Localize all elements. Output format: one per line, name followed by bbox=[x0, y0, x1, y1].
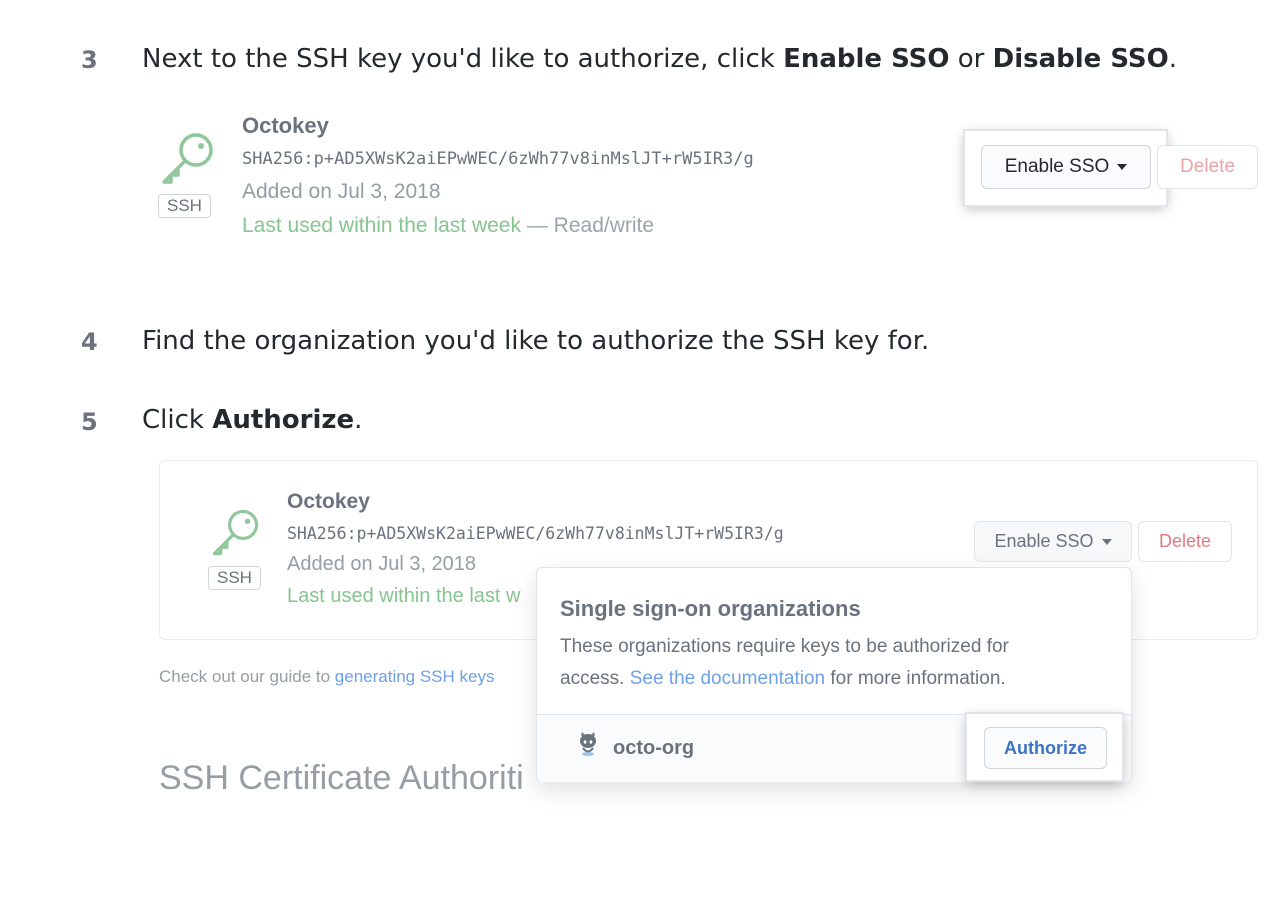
sso-description-line-2: access. See the documentation for more i… bbox=[560, 663, 1009, 695]
sso-description-line-1: These organizations require keys to be a… bbox=[560, 636, 1009, 657]
step-5-text: Click Authorize. bbox=[142, 405, 362, 435]
key-icon bbox=[212, 509, 259, 556]
sso-dropdown-description: These organizations require keys to be a… bbox=[560, 631, 1009, 695]
ssh-type-label: SSH bbox=[158, 194, 211, 218]
key-last-used: Last used within the last w bbox=[287, 585, 520, 608]
key-last-used-text: Last used within the last w bbox=[287, 585, 521, 607]
delete-label: Delete bbox=[1180, 156, 1235, 177]
step-5-authorize-label: Authorize bbox=[212, 405, 355, 435]
enable-sso-button[interactable]: Enable SSO bbox=[974, 521, 1132, 562]
ssh-type-label: SSH bbox=[208, 566, 261, 590]
sso-dropdown-title: Single sign-on organizations bbox=[560, 596, 861, 621]
delete-button[interactable]: Delete bbox=[1157, 145, 1258, 189]
key-access-level: — Read/write bbox=[521, 214, 655, 237]
step-4-text: Find the organization you'd like to auth… bbox=[142, 326, 930, 356]
authorize-button[interactable]: Authorize bbox=[984, 727, 1107, 769]
enable-sso-label: Enable SSO bbox=[1004, 156, 1110, 177]
delete-button[interactable]: Delete bbox=[1138, 521, 1232, 562]
caret-down-icon bbox=[1101, 538, 1112, 545]
key-last-used: Last used within the last week — Read/wr… bbox=[242, 214, 654, 238]
guide-text: Check out our guide to generating SSH ke… bbox=[159, 667, 494, 687]
key-last-used-text: Last used within the last week bbox=[242, 214, 521, 237]
step-3-text: Next to the SSH key you'd like to author… bbox=[142, 44, 1177, 74]
sso-description-post: for more information. bbox=[825, 668, 1006, 689]
key-fingerprint: SHA256:p+AD5XWsK2aiEPwWEC/6zWh77v8inMslJ… bbox=[242, 149, 754, 169]
step-5-text-pre: Click bbox=[142, 405, 213, 435]
enable-sso-label: Enable SSO bbox=[994, 531, 1094, 551]
key-title: Octokey bbox=[242, 113, 329, 138]
org-name: octo-org bbox=[613, 737, 695, 759]
key-icon bbox=[162, 133, 213, 184]
step-3-text-pre: Next to the SSH key you'd like to author… bbox=[142, 44, 784, 74]
step-number-3: 3 bbox=[81, 46, 98, 74]
documentation-link[interactable]: See the documentation bbox=[630, 668, 825, 689]
step-3-enable-sso-label: Enable SSO bbox=[783, 44, 950, 74]
caret-down-icon bbox=[1117, 164, 1128, 170]
step-3-text-mid: or bbox=[949, 44, 993, 74]
step-3-text-post: . bbox=[1168, 44, 1177, 74]
step-number-5: 5 bbox=[81, 408, 98, 436]
key-fingerprint: SHA256:p+AD5XWsK2aiEPwWEC/6zWh77v8inMslJ… bbox=[287, 524, 784, 543]
sso-description-pre: access. bbox=[560, 668, 630, 689]
ssh-certificate-authorities-heading: SSH Certificate Authoriti bbox=[159, 759, 524, 797]
key-added-date: Added on Jul 3, 2018 bbox=[287, 553, 477, 575]
generating-ssh-keys-link[interactable]: generating SSH keys bbox=[335, 667, 495, 686]
step-3-disable-sso-label: Disable SSO bbox=[992, 44, 1169, 74]
key-title: Octokey bbox=[287, 490, 370, 513]
octocat-icon bbox=[580, 732, 596, 756]
step-5-text-post: . bbox=[354, 405, 363, 435]
key-added-date: Added on Jul 3, 2018 bbox=[242, 180, 441, 203]
delete-label: Delete bbox=[1158, 531, 1212, 551]
guide-text-pre: Check out our guide to bbox=[159, 667, 335, 686]
step-number-4: 4 bbox=[81, 328, 98, 356]
enable-sso-button[interactable]: Enable SSO bbox=[981, 145, 1151, 189]
